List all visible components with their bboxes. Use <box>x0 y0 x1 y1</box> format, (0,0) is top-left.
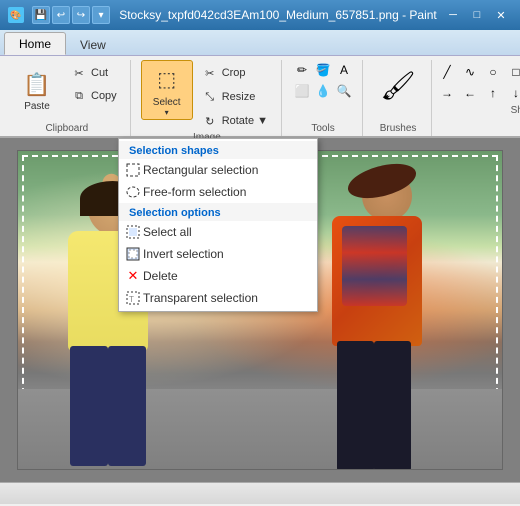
title-bar-icons: 🎨 <box>8 7 24 23</box>
tools-group: ✏ 🪣 A ⬜ 💧 🔍 Tools <box>284 60 363 136</box>
picker-tool[interactable]: 💧 <box>313 81 333 101</box>
freeform-selection-item[interactable]: Free-form selection <box>119 181 317 203</box>
cut-icon: ✂ <box>71 65 87 81</box>
tools-label: Tools <box>311 123 334 136</box>
minimize-button[interactable]: ─ <box>442 6 464 24</box>
status-bar <box>0 482 520 504</box>
selection-shapes-header: Selection shapes <box>119 141 317 159</box>
invert-select-icon <box>125 246 141 262</box>
shape-rect[interactable]: □ <box>505 62 520 82</box>
shape-up-arrow[interactable]: ↑ <box>482 83 504 103</box>
clipboard-label: Clipboard <box>45 123 88 136</box>
window-title: Stocksy_txpfd042cd3EAm100_Medium_657851.… <box>114 8 442 22</box>
shape-left-arrow[interactable]: ← <box>459 83 481 103</box>
cut-button[interactable]: ✂ Cut <box>66 62 122 84</box>
delete-item[interactable]: ✕ Delete <box>119 265 317 287</box>
freeform-select-icon <box>125 184 141 200</box>
magnifier-tool[interactable]: 🔍 <box>334 81 354 101</box>
fill-tool[interactable]: 🪣 <box>313 60 333 80</box>
clipboard-content: 📋 Paste ✂ Cut ⧉ Copy <box>12 60 122 123</box>
window-controls: ─ □ ✕ <box>442 6 512 24</box>
shape-right-arrow[interactable]: → <box>436 83 458 103</box>
select-button[interactable]: ⬚ Select ▾ <box>141 60 193 120</box>
rotate-icon: ↻ <box>202 113 218 129</box>
shape-line[interactable]: ╱ <box>436 62 458 82</box>
save-quick-btn[interactable]: 💾 <box>32 6 50 24</box>
tab-view[interactable]: View <box>66 34 120 55</box>
undo-quick-btn[interactable]: ↩ <box>52 6 70 24</box>
image-tools-btns: ✂ Crop ⤡ Resize ↻ Rotate ▼ <box>197 60 273 132</box>
maximize-button[interactable]: □ <box>466 6 488 24</box>
shapes-group: ╱ ∿ ○ □ △ ◇ ⬠ ⬡ → ← ↑ ↓ ✦ ★ ✶ ▭ Shapes <box>434 60 520 136</box>
transparent-select-icon: T <box>125 290 141 306</box>
shape-oval[interactable]: ○ <box>482 62 504 82</box>
rectangular-selection-item[interactable]: Rectangular selection <box>119 159 317 181</box>
tools-grid: ✏ 🪣 A ⬜ 💧 🔍 <box>292 60 354 101</box>
pencil-tool[interactable]: ✏ <box>292 60 312 80</box>
brushes-content: 🖌 <box>373 60 423 123</box>
brushes-button[interactable]: 🖌 <box>373 60 423 110</box>
paste-button[interactable]: 📋 Paste <box>12 60 62 120</box>
resize-button[interactable]: ⤡ Resize <box>197 86 273 108</box>
image-content: ⬚ Select ▾ ✂ Crop ⤡ Resize ↻ Rotate ▼ <box>141 60 273 132</box>
shape-curve[interactable]: ∿ <box>459 62 481 82</box>
close-button[interactable]: ✕ <box>490 6 512 24</box>
select-all-icon <box>125 224 141 240</box>
transparent-selection-item[interactable]: T Transparent selection <box>119 287 317 309</box>
copy-icon: ⧉ <box>71 88 87 104</box>
delete-icon: ✕ <box>125 268 141 284</box>
svg-text:T: T <box>129 295 134 304</box>
clipboard-small-btns: ✂ Cut ⧉ Copy <box>66 60 122 107</box>
quick-access-toolbar: 💾 ↩ ↪ ▾ <box>32 6 110 24</box>
tools-content: ✏ 🪣 A ⬜ 💧 🔍 <box>292 60 354 123</box>
crop-button[interactable]: ✂ Crop <box>197 62 273 84</box>
select-all-item[interactable]: Select all <box>119 221 317 243</box>
paste-icon: 📋 <box>21 69 53 101</box>
brushes-label: Brushes <box>380 123 417 136</box>
image-group: ⬚ Select ▾ ✂ Crop ⤡ Resize ↻ Rotate ▼ <box>133 60 282 136</box>
tab-home[interactable]: Home <box>4 32 66 55</box>
selection-options-header: Selection options <box>119 203 317 221</box>
clipboard-group: 📋 Paste ✂ Cut ⧉ Copy Clipboard <box>4 60 131 136</box>
crop-icon: ✂ <box>202 65 218 81</box>
ribbon: 📋 Paste ✂ Cut ⧉ Copy Clipboard ⬚ <box>0 56 520 138</box>
person-right <box>312 171 472 470</box>
invert-selection-item[interactable]: Invert selection <box>119 243 317 265</box>
text-tool[interactable]: A <box>334 60 354 80</box>
ribbon-tabs: Home View <box>0 30 520 56</box>
dropdown-quick-btn[interactable]: ▾ <box>92 6 110 24</box>
select-btn-container: ⬚ Select ▾ <box>141 60 193 120</box>
rotate-button[interactable]: ↻ Rotate ▼ <box>197 110 273 132</box>
shape-down-arrow[interactable]: ↓ <box>505 83 520 103</box>
shapes-grid: ╱ ∿ ○ □ △ ◇ ⬠ ⬡ → ← ↑ ↓ ✦ ★ ✶ ▭ <box>434 60 520 105</box>
select-icon: ⬚ <box>149 61 185 97</box>
redo-quick-btn[interactable]: ↪ <box>72 6 90 24</box>
eraser-tool[interactable]: ⬜ <box>292 81 312 101</box>
dropdown-menu: Selection shapes Rectangular selection F… <box>118 138 318 312</box>
app-icon: 🎨 <box>8 7 24 23</box>
rect-select-icon <box>125 162 141 178</box>
brushes-group: 🖌 Brushes <box>365 60 432 136</box>
shapes-label: Shapes <box>511 105 520 118</box>
resize-icon: ⤡ <box>202 89 218 105</box>
copy-button[interactable]: ⧉ Copy <box>66 85 122 107</box>
title-bar: 🎨 💾 ↩ ↪ ▾ Stocksy_txpfd042cd3EAm100_Medi… <box>0 0 520 30</box>
